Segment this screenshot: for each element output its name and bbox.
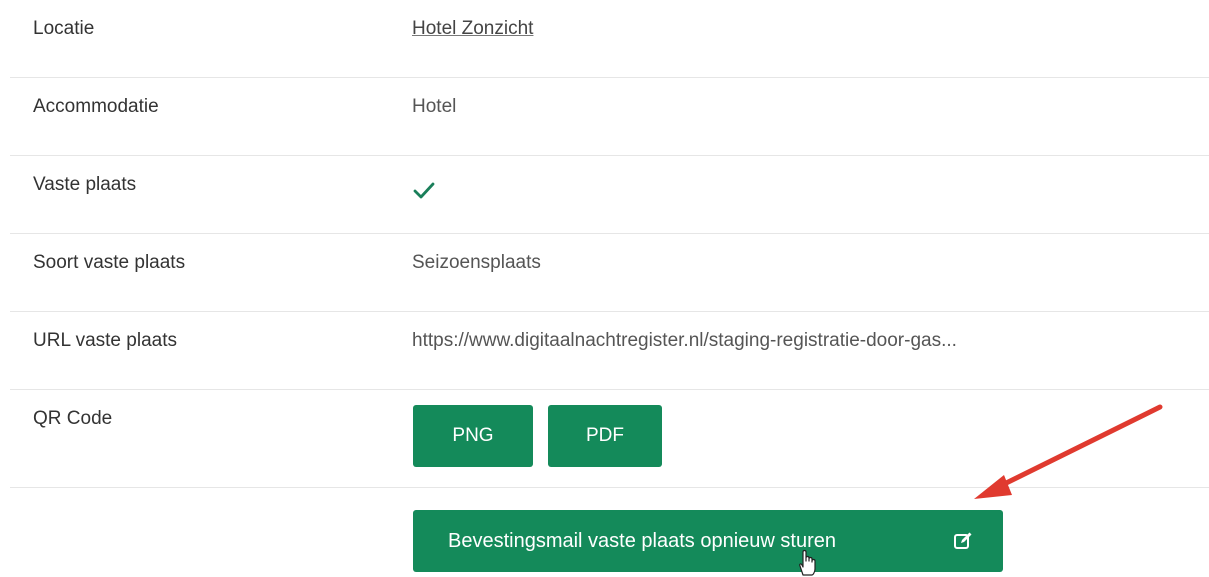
- label-locatie: Locatie: [33, 18, 95, 39]
- row-qr-code: QR Code PNG PDF: [10, 390, 1209, 488]
- row-soort-vaste-plaats: Soort vaste plaats Seizoensplaats: [10, 234, 1209, 312]
- edit-icon: [954, 532, 972, 549]
- resend-confirmation-label: Bevestingsmail vaste plaats opnieuw stur…: [448, 529, 836, 552]
- check-icon: [413, 182, 435, 199]
- hotel-link[interactable]: Hotel Zonzicht: [412, 18, 533, 40]
- resend-confirmation-button[interactable]: Bevestingsmail vaste plaats opnieuw stur…: [413, 510, 1003, 572]
- label-soort-vaste-plaats: Soort vaste plaats: [33, 252, 186, 273]
- details-table: Locatie Hotel Zonzicht Accommodatie Hote…: [10, 0, 1209, 577]
- label-qr-code: QR Code: [33, 408, 113, 429]
- png-download-button[interactable]: PNG: [413, 405, 533, 467]
- label-accommodatie: Accommodatie: [33, 96, 159, 117]
- label-url-vaste-plaats: URL vaste plaats: [33, 330, 177, 351]
- row-actions: Bevestingsmail vaste plaats opnieuw stur…: [10, 488, 1209, 577]
- pdf-download-button[interactable]: PDF: [548, 405, 662, 467]
- row-accommodatie: Accommodatie Hotel: [10, 78, 1209, 156]
- row-locatie: Locatie Hotel Zonzicht: [10, 0, 1209, 78]
- row-url-vaste-plaats: URL vaste plaats https://www.digitaalnac…: [10, 312, 1209, 390]
- row-vaste-plaats: Vaste plaats: [10, 156, 1209, 234]
- label-vaste-plaats: Vaste plaats: [33, 174, 137, 195]
- value-url-vaste-plaats: https://www.digitaalnachtregister.nl/sta…: [412, 330, 957, 351]
- value-soort-vaste-plaats: Seizoensplaats: [412, 252, 541, 273]
- value-accommodatie: Hotel: [412, 96, 457, 117]
